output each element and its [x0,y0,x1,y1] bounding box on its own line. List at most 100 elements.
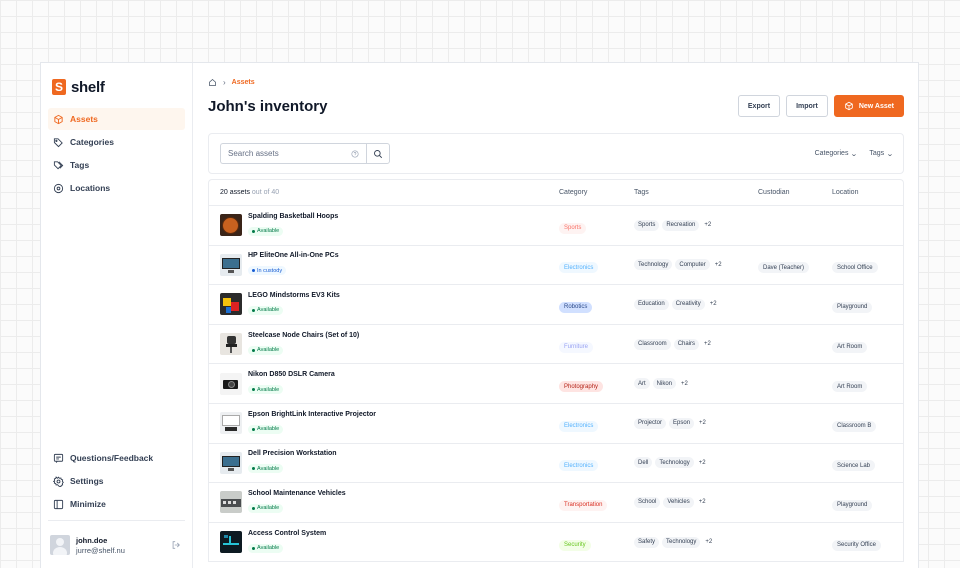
avatar[interactable] [50,535,70,555]
sidebar-item-assets[interactable]: Assets [48,108,185,130]
table-row[interactable]: LEGO Mindstorms EV3 Kits Available Robotic… [209,285,903,325]
asset-name[interactable]: School Maintenance Vehicles [248,490,346,497]
more-tags-badge[interactable]: +2 [697,457,708,468]
tag-badge: Vehicles [663,496,694,508]
status-badge: Available [248,424,284,434]
tag-list: Safety Technology +2 [634,536,758,548]
sidebar-item-categories[interactable]: Categories [48,131,185,153]
asset-thumbnail[interactable] [220,412,242,435]
category-badge: Electronics [559,460,599,472]
filter-categories[interactable]: Categories ⌄ [815,150,859,158]
category-cell: Furniture [559,335,634,353]
help-circle-icon[interactable] [351,149,359,158]
category-badge: Photography [559,381,604,393]
asset-thumbnail[interactable] [220,491,242,514]
sidebar-item-minimize[interactable]: Minimize [48,493,185,515]
more-tags-badge[interactable]: +2 [713,259,724,270]
tags-icon [53,160,64,169]
filter-tags[interactable]: Tags ⌄ [869,150,894,158]
asset-name[interactable]: HP EliteOne All-in-One PCs [248,252,339,259]
tag-badge: Classroom [634,338,671,350]
breadcrumb-current[interactable]: Assets [232,79,255,86]
status-label: Available [257,465,280,472]
category-cell: Security [559,533,634,551]
asset-thumbnail[interactable] [220,333,242,356]
search-input[interactable] [228,149,351,158]
status-badge: Available [248,464,284,474]
table-row[interactable]: Spalding Basketball Hoops Available Sports… [209,206,903,246]
asset-thumbnail[interactable] [220,451,242,474]
table-row[interactable]: Epson BrightLink Interactive Projector Av… [209,404,903,444]
sidebar-item-label: Tags [70,160,90,170]
logout-icon[interactable] [171,540,181,550]
page-header: John's inventory Export Import New Asset [208,95,904,117]
table-row[interactable]: School Maintenance Vehicles Available Tran… [209,483,903,523]
table-header: 20 assets out of 40 Category Tags Custod… [209,180,903,206]
asset-thumbnail[interactable] [220,531,242,554]
tag-badge: Art [634,378,650,390]
asset-thumbnail[interactable] [220,372,242,395]
status-dot [252,269,255,273]
asset-thumbnail[interactable] [220,293,242,316]
asset-name[interactable]: Nikon D850 DSLR Camera [248,371,335,378]
sidebar-item-tags[interactable]: Tags [48,154,185,176]
table-row[interactable]: HP EliteOne All-in-One PCs In custody Elec… [209,246,903,286]
tags-cell: Classroom Chairs +2 [634,338,758,350]
table-row[interactable]: Nikon D850 DSLR Camera Available Photograp… [209,364,903,404]
location-badge: Science Lab [832,460,876,472]
main-nav: Assets Categories Tags Locations [48,108,185,199]
asset-name[interactable]: Steelcase Node Chairs (Set of 10) [248,332,359,339]
tags-cell: Sports Recreation +2 [634,219,758,231]
asset-cell: Spalding Basketball Hoops Available [209,213,559,238]
status-dot [252,427,255,431]
status-badge: Available [248,345,284,355]
sidebar-item-label: Settings [70,476,104,486]
more-tags-badge[interactable]: +2 [703,537,714,548]
sidebar-item-locations[interactable]: Locations [48,177,185,199]
table-row[interactable]: Access Control System Available Security Sa… [209,523,903,563]
status-label: Available [257,307,280,314]
new-asset-button[interactable]: New Asset [833,95,904,117]
table-row[interactable]: Steelcase Node Chairs (Set of 10) Availab… [209,325,903,365]
more-tags-badge[interactable]: +2 [708,299,719,310]
asset-cell: School Maintenance Vehicles Available [209,490,559,515]
more-tags-badge[interactable]: +2 [697,418,708,429]
asset-thumbnail[interactable] [220,253,242,276]
message-icon [53,453,64,463]
location-cell: Security Office [832,533,903,551]
import-button[interactable]: Import [786,95,828,117]
more-tags-badge[interactable]: +2 [697,497,708,508]
search-button[interactable] [366,143,390,164]
asset-name[interactable]: Access Control System [248,530,326,537]
breadcrumb-separator: › [223,77,226,87]
table-row[interactable]: Dell Precision Workstation Available Elect… [209,444,903,484]
home-icon[interactable] [208,78,217,87]
more-tags-badge[interactable]: +2 [702,220,713,231]
tag-list: Technology Computer +2 [634,259,758,271]
status-dot [252,546,255,550]
table-body: Spalding Basketball Hoops Available Sports… [209,206,903,563]
tag-list: Art Nikon +2 [634,378,758,390]
location-badge: Playground [832,499,873,511]
tags-cell: Technology Computer +2 [634,259,758,271]
asset-cell: LEGO Mindstorms EV3 Kits Available [209,292,559,317]
location-cell: Playground [832,295,903,313]
asset-name[interactable]: LEGO Mindstorms EV3 Kits [248,292,340,299]
asset-thumbnail[interactable] [220,214,242,237]
column-category: Category [559,189,588,196]
tag-badge: Education [634,298,669,310]
sidebar-item-questions-feedback[interactable]: Questions/Feedback [48,447,185,469]
more-tags-badge[interactable]: +2 [702,339,713,350]
export-button[interactable]: Export [737,95,781,117]
sidebar-item-settings[interactable]: Settings [48,470,185,492]
location-badge: School Office [832,262,878,274]
asset-name[interactable]: Dell Precision Workstation [248,450,337,457]
more-tags-badge[interactable]: +2 [679,378,690,389]
category-badge: Security [559,539,591,551]
filter-label: Tags [869,150,885,157]
filters: Categories ⌄ Tags ⌄ [815,150,894,158]
asset-name[interactable]: Epson BrightLink Interactive Projector [248,411,376,418]
logo[interactable]: S shelf [52,78,185,96]
asset-name[interactable]: Spalding Basketball Hoops [248,213,338,220]
tag-list: Projector Epson +2 [634,417,758,429]
